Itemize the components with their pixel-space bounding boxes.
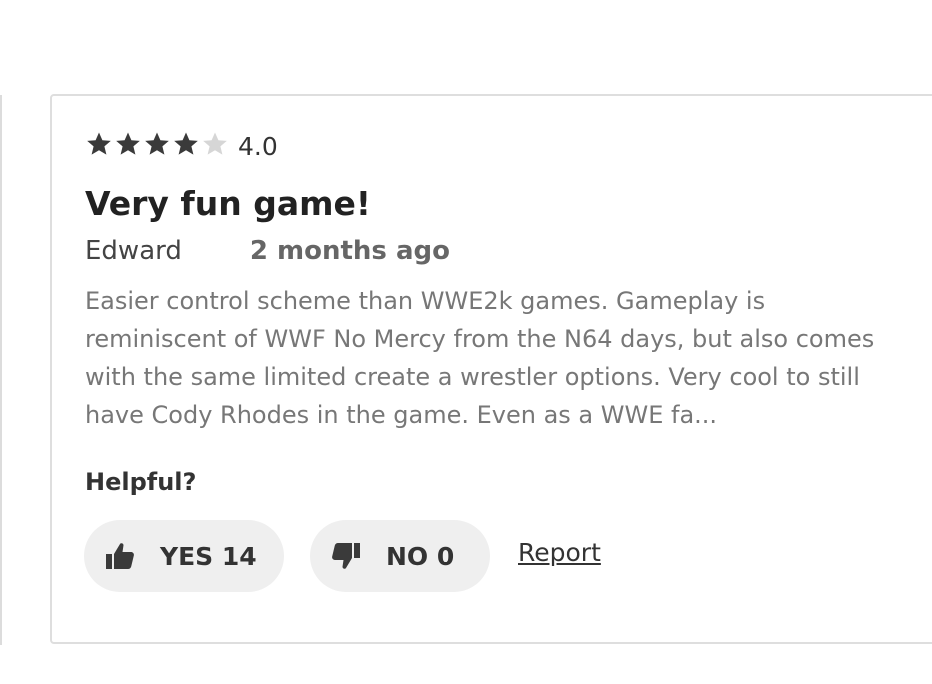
vote-no-button[interactable]: NO 0 [310, 520, 490, 592]
review-meta: Edward 2 months ago [85, 236, 450, 266]
vote-yes-button[interactable]: YES 14 [84, 520, 284, 592]
thumbs-down-icon [330, 540, 362, 572]
previous-card-edge [0, 95, 2, 645]
helpful-label: Helpful? [85, 468, 197, 496]
star-rating: 4.0 [85, 124, 278, 164]
vote-yes-label: YES 14 [160, 541, 257, 571]
vote-no-label: NO 0 [386, 541, 455, 571]
star-icon [143, 130, 171, 158]
review-card: 4.0 Very fun game! Edward 2 months ago E… [50, 94, 932, 644]
star-icon [114, 130, 142, 158]
report-link[interactable]: Report [518, 538, 601, 567]
star-empty-icon [201, 130, 229, 158]
review-body: Easier control scheme than WWE2k games. … [85, 287, 875, 429]
thumbs-up-icon [104, 540, 136, 572]
star-icon [85, 130, 113, 158]
rating-value: 4.0 [238, 131, 278, 161]
review-title: Very fun game! [85, 184, 371, 223]
stars-row [85, 130, 230, 158]
star-icon [172, 130, 200, 158]
review-author: Edward [85, 236, 182, 266]
review-date: 2 months ago [249, 236, 450, 266]
